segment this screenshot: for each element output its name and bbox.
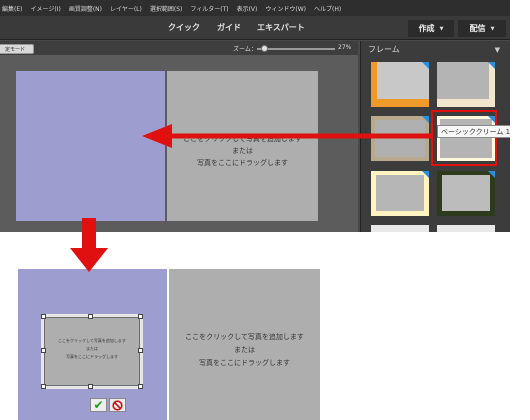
content-marker-icon (422, 171, 429, 178)
cancel-button[interactable] (109, 398, 126, 412)
check-icon: ✔ (93, 398, 104, 412)
menu-layer[interactable]: レイヤー(L) (110, 4, 142, 13)
placed-line-3: 写真をここにドラッグします (66, 354, 118, 359)
menu-enhance[interactable]: 画質調整(N) (69, 4, 102, 13)
resize-handle-se[interactable] (138, 384, 143, 389)
content-marker-icon (488, 62, 495, 69)
placed-frame-text: ここをクリックして写真を追加します または 写真をここにドラッグします (45, 337, 139, 361)
canvas-area: ここをクリックして写真を追加します または 写真をここにドラッグします (0, 55, 358, 232)
layout-page-detail: ここをクリックして写真を追加します または 写真をここにドラッグします ✔ ここ… (18, 269, 320, 420)
menu-filter[interactable]: フィルター(T) (190, 4, 228, 13)
tutorial-figure: 編集(E) イメージ(I) 画質調整(N) レイヤー(L) 選択範囲(S) フィ… (0, 0, 530, 420)
create-label: 作成 (418, 24, 435, 33)
placed-line-2: または (86, 346, 98, 351)
prohibit-icon (112, 399, 123, 411)
zoom-slider-track[interactable] (257, 48, 335, 50)
resize-handle-w[interactable] (41, 348, 46, 353)
share-label: 配信 (469, 24, 486, 33)
placed-frame[interactable]: ここをクリックして写真を追加します または 写真をここにドラッグします (41, 314, 143, 389)
frame-thumb-row4-left[interactable] (371, 225, 429, 232)
menu-bar: 編集(E) イメージ(I) 画質調整(N) レイヤー(L) 選択範囲(S) フィ… (0, 0, 510, 16)
frame-thumb-cream-corner[interactable] (437, 62, 495, 107)
frame-thumb-row4-right[interactable] (437, 225, 495, 232)
placeholder-line-2: または (232, 147, 253, 155)
content-marker-icon (488, 171, 495, 178)
placeholder-text: ここをクリックして写真を追加します または 写真をここにドラッグします (167, 133, 318, 169)
menu-select[interactable]: 選択範囲(S) (150, 4, 183, 13)
frame-tooltip: ベーシッククリーム 110 px (437, 125, 510, 138)
resize-handle-ne[interactable] (138, 314, 143, 319)
placeholder-text: ここをクリックして写真を追加します または 写真をここにドラッグします (169, 331, 320, 370)
placeholder-line-3: 写真をここにドラッグします (199, 359, 290, 367)
zoom-slider-thumb[interactable] (261, 45, 268, 52)
content-marker-icon (422, 116, 429, 123)
options-bar: 定モード ズーム： 27% (0, 41, 358, 55)
mode-toggle-button[interactable]: 定モード (0, 44, 34, 54)
selection-highlight (431, 110, 497, 166)
mode-bar: クイック ガイド エキスパート 作成 ▼ 配信 ▼ (0, 16, 510, 40)
photo-frame-left[interactable]: ここをクリックして写真を追加します または 写真をここにドラッグします ✔ (18, 269, 167, 420)
frame-thumb-dark-olive[interactable] (437, 171, 495, 216)
resize-handle-sw[interactable] (41, 384, 46, 389)
placed-line-1: ここをクリックして写真を追加します (58, 338, 126, 343)
chevron-down-icon: ▼ (439, 25, 444, 32)
menu-edit[interactable]: 編集(E) (2, 4, 22, 13)
panel-title: フレーム (368, 45, 400, 54)
tab-quick[interactable]: クイック (168, 22, 200, 33)
zoom-label: ズーム： (233, 46, 257, 53)
resize-handle-s[interactable] (88, 384, 93, 389)
chevron-down-icon: ▼ (490, 25, 495, 32)
photo-frame-left[interactable] (16, 71, 165, 221)
zoom-value: 27% (338, 44, 352, 51)
chevron-down-icon[interactable]: ▼ (495, 46, 500, 54)
frame-thumb-yellow[interactable] (371, 171, 429, 216)
resize-handle-n[interactable] (88, 314, 93, 319)
frame-thumb-tan[interactable] (371, 116, 429, 161)
resize-handle-nw[interactable] (41, 314, 46, 319)
placeholder-line-3: 写真をここにドラッグします (197, 159, 288, 167)
placeholder-line-1: ここをクリックして写真を追加します (183, 135, 302, 143)
frame-thumb-orange[interactable] (371, 62, 429, 107)
photo-frame-right[interactable]: ここをクリックして写真を追加します または 写真をここにドラッグします (167, 71, 318, 221)
menu-help[interactable]: ヘルプ(H) (314, 4, 341, 13)
menu-image[interactable]: イメージ(I) (30, 4, 60, 13)
create-button[interactable]: 作成 ▼ (408, 20, 454, 37)
menu-view[interactable]: 表示(V) (237, 4, 258, 13)
tab-guided[interactable]: ガイド (217, 22, 241, 33)
placeholder-line-2: または (234, 346, 255, 354)
commit-button[interactable]: ✔ (90, 398, 107, 412)
editor-window: 編集(E) イメージ(I) 画質調整(N) レイヤー(L) 選択範囲(S) フィ… (0, 0, 510, 232)
tab-expert[interactable]: エキスパート (257, 22, 305, 33)
content-marker-icon (422, 62, 429, 69)
placeholder-line-1: ここをクリックして写真を追加します (185, 333, 304, 341)
resize-handle-e[interactable] (138, 348, 143, 353)
menu-window[interactable]: ウィンドウ(W) (265, 4, 306, 13)
share-button[interactable]: 配信 ▼ (458, 20, 506, 37)
photo-frame-right[interactable]: ここをクリックして写真を追加します または 写真をここにドラッグします (169, 269, 320, 420)
layout-page: ここをクリックして写真を追加します または 写真をここにドラッグします (16, 71, 318, 221)
